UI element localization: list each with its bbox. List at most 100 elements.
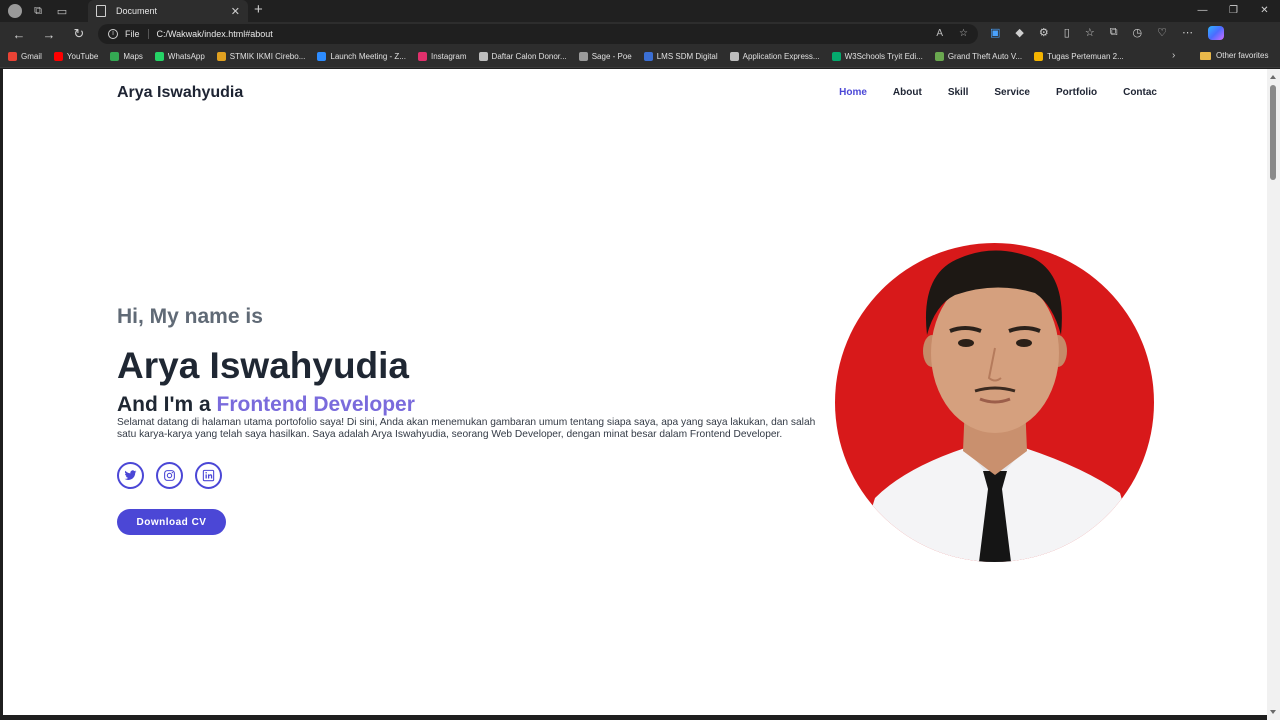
bookmark-favicon-icon — [578, 52, 588, 61]
browser-tab[interactable]: Document ✕ — [88, 0, 248, 22]
role-prefix: And I'm a — [117, 393, 211, 416]
bookmark-item[interactable]: Sage - Poe — [578, 52, 632, 61]
bookmark-item[interactable]: LMS SDM Digital — [643, 52, 718, 61]
window-bottom-edge — [0, 715, 1267, 720]
bookmarks-bar: Gmail YouTube Maps WhatsApp STMIK IKMI Cireb… — [0, 46, 1280, 68]
bookmark-favicon-icon — [154, 52, 164, 61]
nav-service[interactable]: Service — [994, 87, 1030, 98]
nav-portfolio[interactable]: Portfolio — [1056, 87, 1097, 98]
bookmark-item[interactable]: STMIK IKMI Cirebo... — [216, 52, 306, 61]
bookmark-favicon-icon — [643, 52, 653, 61]
screenshot-icon[interactable]: ▣ — [990, 26, 1000, 40]
read-aloud-icon[interactable]: A — [936, 28, 943, 39]
bookmark-favicon-icon — [1034, 52, 1044, 61]
nav-skill[interactable]: Skill — [948, 87, 969, 98]
bookmark-favicon-icon — [216, 52, 226, 61]
forward-icon[interactable]: → — [42, 27, 56, 42]
social-links — [117, 462, 222, 489]
bookmark-favicon-icon — [831, 52, 841, 61]
nav-home[interactable]: Home — [839, 87, 867, 98]
bookmark-favicon-icon — [934, 52, 944, 61]
bookmark-item[interactable]: Daftar Calon Donor... — [478, 52, 567, 61]
profile-icon[interactable] — [8, 4, 22, 18]
url-field[interactable]: i File C:/Wakwak/index.html#about A ☆ — [98, 24, 978, 44]
restore-icon[interactable]: ❐ — [1218, 0, 1249, 22]
close-tab-icon[interactable]: ✕ — [231, 5, 240, 18]
bookmark-favicon-icon — [53, 52, 63, 61]
browser-essentials-icon[interactable]: ♡ — [1157, 26, 1167, 40]
bookmark-item[interactable]: Tugas Pertemuan 2... — [1034, 52, 1124, 61]
bookmark-item[interactable]: Gmail — [8, 52, 42, 61]
tab-title: Document — [116, 6, 158, 16]
extension-icon[interactable]: ◆ — [1015, 26, 1023, 40]
bookmark-favicon-icon — [8, 52, 17, 61]
bookmark-item[interactable]: W3Schools Tryit Edi... — [831, 52, 923, 61]
extensions-icon[interactable]: ⚙ — [1039, 26, 1049, 40]
bookmark-label: Instagram — [430, 52, 467, 61]
url-text[interactable]: C:/Wakwak/index.html#about — [157, 29, 273, 39]
bookmark-item[interactable]: Instagram — [417, 52, 467, 61]
bookmark-label: Grand Theft Auto V... — [947, 52, 1023, 61]
scroll-up-icon[interactable] — [1270, 75, 1276, 79]
document-icon — [96, 5, 106, 17]
bookmark-item[interactable]: Launch Meeting - Z... — [317, 52, 406, 61]
hero-description: Selamat datang di halaman utama portofol… — [117, 417, 816, 440]
bookmark-label: WhatsApp — [167, 52, 205, 61]
bookmarks-overflow-icon[interactable]: › — [1172, 50, 1175, 61]
bookmark-label: Maps — [123, 52, 143, 61]
favorites-icon[interactable]: ☆ — [1085, 26, 1095, 40]
minimize-icon[interactable]: — — [1187, 0, 1218, 22]
bookmark-label: Daftar Calon Donor... — [491, 52, 567, 61]
bookmark-item[interactable]: WhatsApp — [154, 52, 205, 61]
split-screen-icon[interactable]: ▯ — [1064, 26, 1070, 40]
favorite-star-icon[interactable]: ☆ — [959, 28, 968, 39]
new-tab-icon[interactable]: + — [254, 1, 263, 18]
hero-role: And I'm a Frontend Developer — [117, 393, 415, 417]
back-icon[interactable]: ← — [12, 27, 26, 42]
site-info-icon[interactable]: i — [108, 29, 118, 39]
scroll-down-icon[interactable] — [1270, 710, 1276, 714]
bookmark-item[interactable]: Application Express... — [729, 52, 820, 61]
bookmark-label: LMS SDM Digital — [656, 52, 718, 61]
collections-icon[interactable]: ⧉ — [1110, 26, 1118, 40]
bookmark-label: Sage - Poe — [591, 52, 632, 61]
scheme-label: File — [125, 29, 149, 39]
bookmark-favicon-icon — [729, 52, 739, 61]
nav-contact[interactable]: Contac — [1123, 87, 1157, 98]
bookmark-label: STMIK IKMI Cirebo... — [229, 52, 306, 61]
instagram-icon[interactable] — [156, 462, 183, 489]
hero-greeting: Hi, My name is — [117, 305, 263, 328]
hero-name: Arya Iswahyudia — [117, 345, 410, 386]
folder-icon — [1200, 51, 1211, 60]
site-logo[interactable]: Arya Iswahyudia — [117, 84, 243, 102]
bookmark-label: W3Schools Tryit Edi... — [844, 52, 923, 61]
page-scrollbar[interactable] — [1267, 69, 1280, 720]
linkedin-icon[interactable] — [195, 462, 222, 489]
bookmark-label: Application Express... — [742, 52, 820, 61]
other-favorites-folder[interactable]: Other favorites — [1200, 51, 1268, 60]
scrollbar-thumb[interactable] — [1270, 85, 1276, 180]
role-highlight: Frontend Developer — [216, 393, 415, 416]
bookmark-item[interactable]: Maps — [110, 52, 143, 61]
window-controls: — ❐ ✕ — [1187, 0, 1280, 22]
bookmark-label: Tugas Pertemuan 2... — [1047, 52, 1124, 61]
workspaces-icon[interactable]: ⧉ — [30, 3, 46, 19]
reload-icon[interactable]: ↻ — [72, 26, 86, 42]
tab-actions-icon[interactable]: ▭ — [54, 3, 70, 19]
bookmark-label: YouTube — [66, 52, 99, 61]
bookmark-label: Launch Meeting - Z... — [330, 52, 406, 61]
address-bar: ← → ↻ i File C:/Wakwak/index.html#about … — [0, 22, 1280, 46]
twitter-icon[interactable] — [117, 462, 144, 489]
history-icon[interactable]: ◷ — [1133, 26, 1143, 40]
close-window-icon[interactable]: ✕ — [1249, 0, 1280, 22]
download-cv-button[interactable]: Download CV — [117, 509, 226, 535]
more-menu-icon[interactable]: ⋯ — [1182, 26, 1193, 40]
nav-about[interactable]: About — [893, 87, 922, 98]
bookmark-label: Gmail — [21, 52, 42, 61]
bookmark-favicon-icon — [417, 52, 427, 61]
toolbar: ▣ ◆ ⚙ ▯ ☆ ⧉ ◷ ♡ ⋯ — [990, 26, 1225, 40]
bookmark-item[interactable]: Grand Theft Auto V... — [934, 52, 1023, 61]
browser-tab-bar: ⧉ ▭ Document ✕ + — ❐ ✕ — [0, 0, 1280, 22]
copilot-icon[interactable] — [1208, 26, 1225, 40]
bookmark-item[interactable]: YouTube — [53, 52, 99, 61]
